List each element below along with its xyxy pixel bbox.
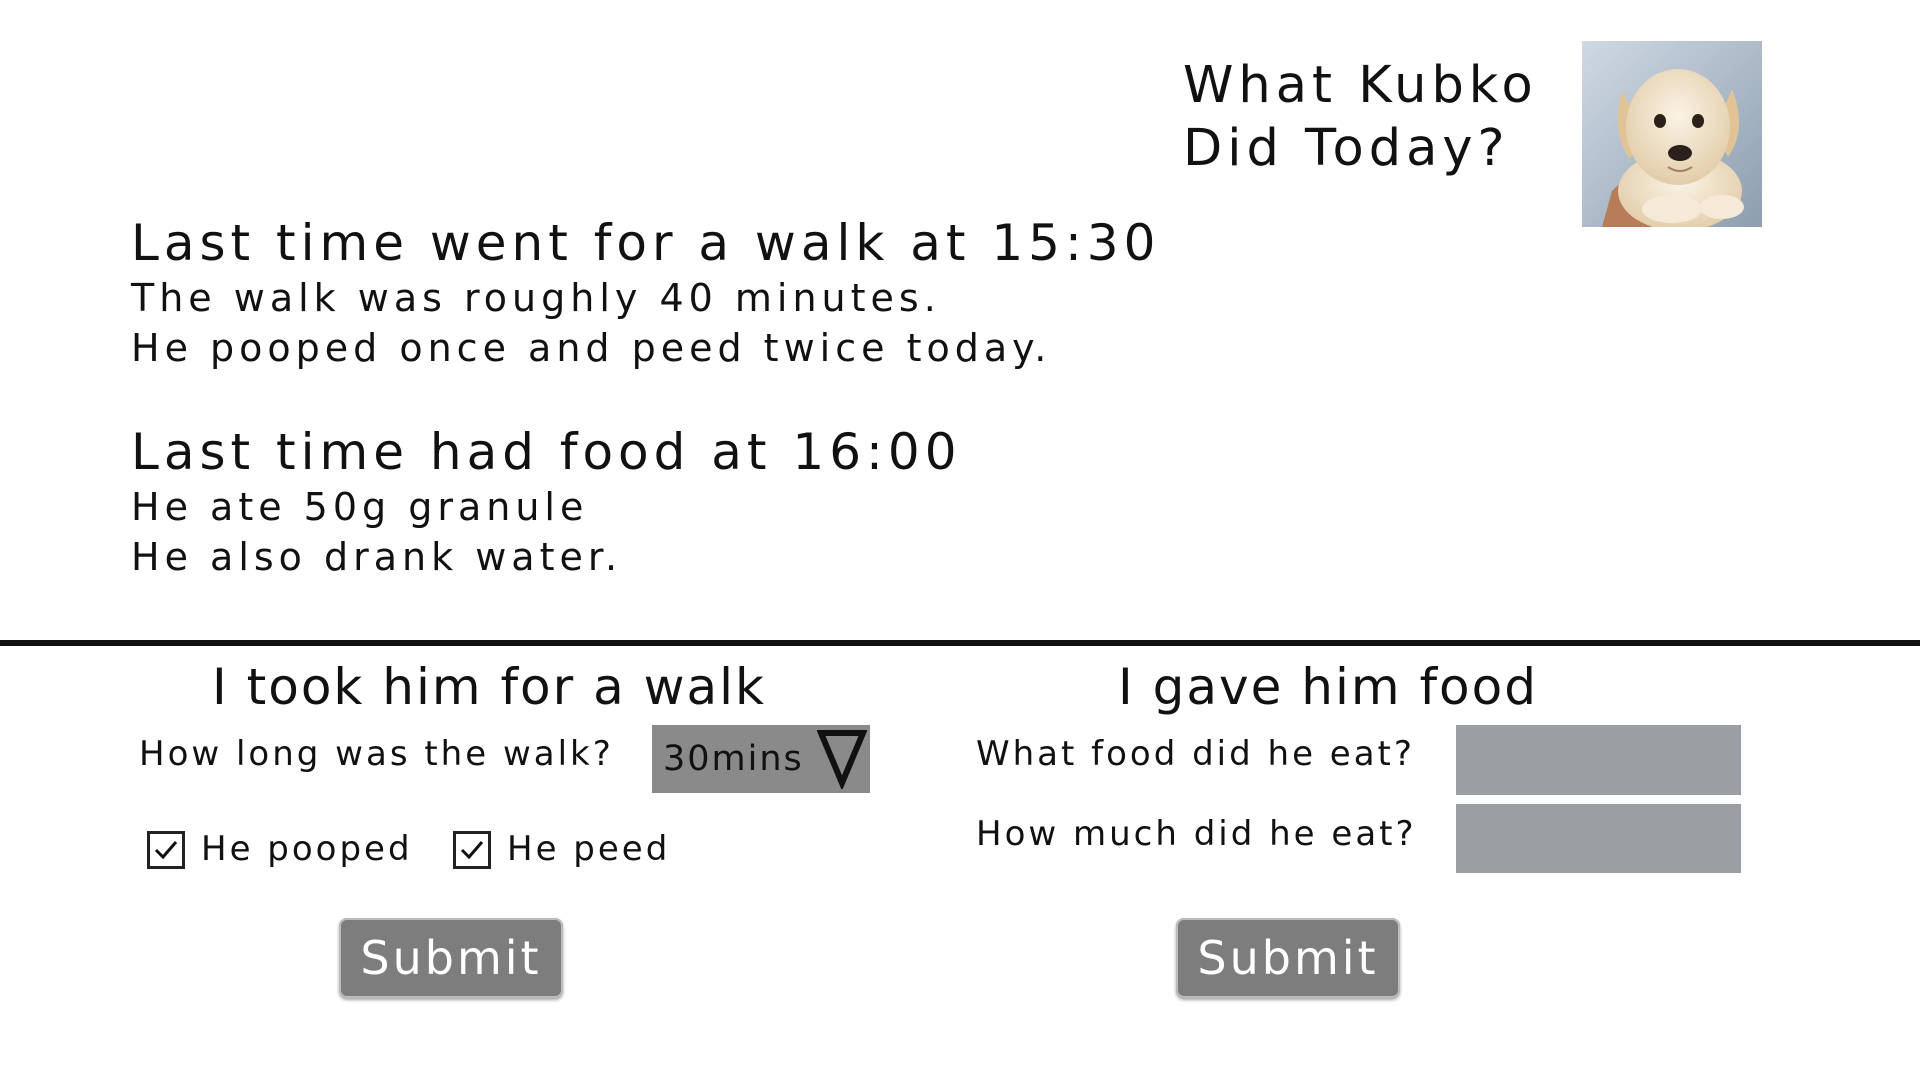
walk-submit-button[interactable]: Submit (339, 918, 563, 998)
food-form-heading: I gave him food (1118, 658, 1538, 716)
peed-label: He peed (507, 829, 671, 869)
walk-duration-value: 30mins (663, 739, 804, 779)
walk-form-heading: I took him for a walk (212, 658, 767, 716)
peed-checkbox[interactable] (453, 831, 491, 869)
walk-duration-select[interactable]: 30mins (652, 725, 870, 793)
food-amount-label: How much did he eat? (976, 814, 1417, 854)
pooped-checkbox[interactable] (147, 831, 185, 869)
food-type-input[interactable] (1456, 725, 1741, 795)
checkmark-icon (460, 841, 484, 860)
food-submit-button[interactable]: Submit (1176, 918, 1400, 998)
food-summary-line1: He ate 50g granule (131, 485, 589, 529)
section-divider (0, 640, 1920, 646)
triangle-down-icon (816, 727, 868, 793)
food-amount-input[interactable] (1456, 804, 1741, 873)
pooped-label: He pooped (201, 829, 413, 869)
page-title-line1: What Kubko (1183, 56, 1538, 115)
walk-summary-line2: He pooped once and peed twice today. (131, 326, 1052, 370)
checkmark-icon (154, 841, 178, 860)
food-summary-heading: Last time had food at 16:00 (131, 423, 962, 481)
walk-summary-line1: The walk was roughly 40 minutes. (131, 276, 941, 320)
page-title: What Kubko Did Today? (1183, 54, 1538, 180)
food-summary-line2: He also drank water. (131, 535, 623, 579)
food-type-label: What food did he eat? (976, 734, 1415, 774)
walk-summary-heading: Last time went for a walk at 15:30 (131, 214, 1161, 272)
page-title-line2: Did Today? (1183, 119, 1510, 178)
puppy-photo (1582, 41, 1762, 227)
walk-duration-label: How long was the walk? (139, 734, 614, 774)
